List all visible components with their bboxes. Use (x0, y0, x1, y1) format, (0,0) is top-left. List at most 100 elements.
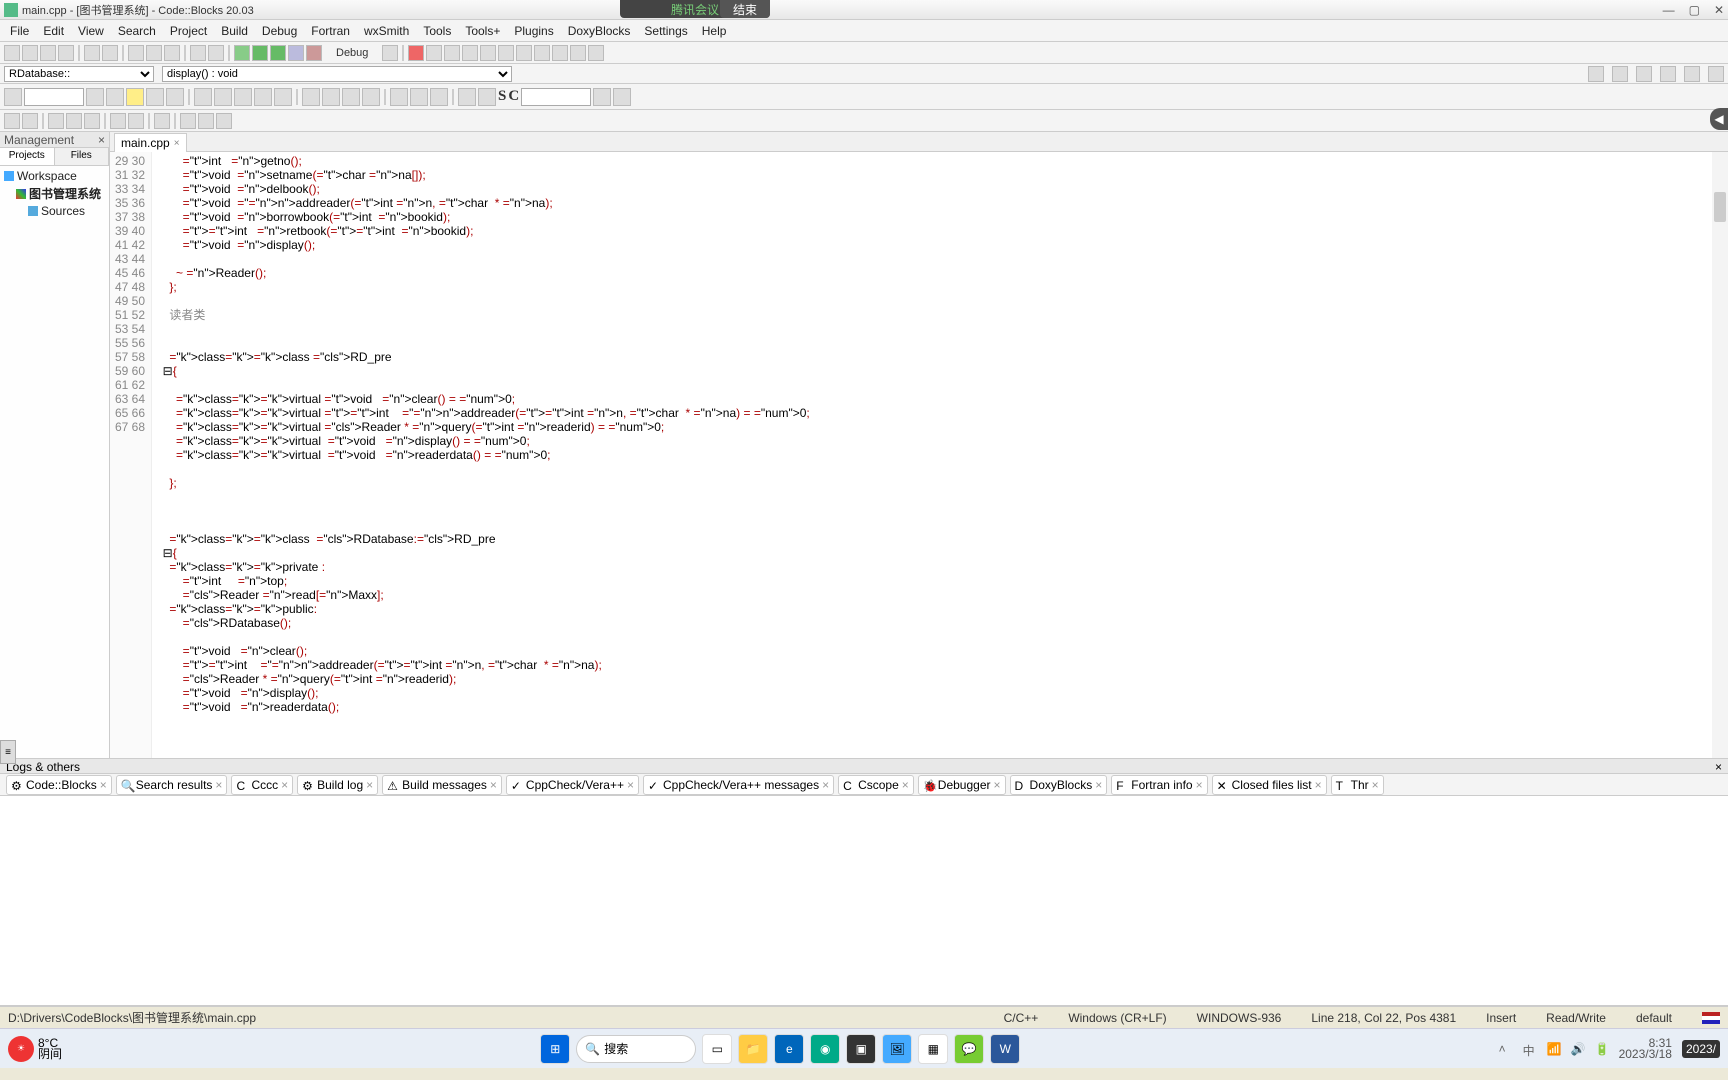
scope-method-combo[interactable]: display() : void (162, 66, 512, 82)
toggle-comment-button[interactable] (214, 88, 232, 106)
tab-files[interactable]: Files (55, 148, 110, 165)
photos-icon[interactable]: 🖼 (882, 1034, 912, 1064)
log-tab-close-icon[interactable]: × (902, 778, 909, 792)
project-node[interactable]: 图书管理系统 (29, 185, 101, 202)
log-tab-close-icon[interactable]: × (490, 778, 497, 792)
log-tab-build-log[interactable]: ⚙Build log× (297, 775, 378, 795)
b-button[interactable] (322, 88, 340, 106)
match-case-button[interactable] (166, 88, 184, 106)
battery-icon[interactable]: 🔋 (1595, 1042, 1609, 1056)
right-side-tab[interactable]: ◀ (1710, 108, 1728, 130)
dbg-k[interactable] (216, 113, 232, 129)
edge-icon[interactable]: e (774, 1034, 804, 1064)
log-tab-cscope[interactable]: CCscope× (838, 775, 914, 795)
build-run-button[interactable] (270, 45, 286, 61)
side-panel-toggle[interactable]: ≡ (0, 740, 16, 764)
hl-options-button[interactable] (146, 88, 164, 106)
dbg-f[interactable] (110, 113, 126, 129)
word-icon[interactable]: W (990, 1034, 1020, 1064)
nav-back-button[interactable] (1588, 66, 1604, 82)
replace-button[interactable] (208, 45, 224, 61)
workspace-node[interactable]: Workspace (17, 169, 77, 183)
menu-file[interactable]: File (4, 22, 35, 40)
log-tab-close-icon[interactable]: × (1196, 778, 1203, 792)
wifi-icon[interactable]: 📶 (1547, 1042, 1561, 1056)
log-tab-build-messages[interactable]: ⚠Build messages× (382, 775, 502, 795)
dbg-g[interactable] (128, 113, 144, 129)
app-dark-icon[interactable]: ▣ (846, 1034, 876, 1064)
f-button[interactable] (410, 88, 428, 106)
wechat-icon[interactable]: 💬 (954, 1034, 984, 1064)
maximize-button[interactable]: ▢ (1689, 3, 1700, 17)
log-tab-cppcheck-vera-messages[interactable]: ✓CppCheck/Vera++ messages× (643, 775, 834, 795)
log-tab-close-icon[interactable]: × (215, 778, 222, 792)
project-tree[interactable]: Workspace 图书管理系统 Sources (0, 166, 109, 758)
minimize-button[interactable]: — (1663, 3, 1675, 17)
quick-find-input[interactable] (521, 88, 591, 106)
cut-button[interactable] (128, 45, 144, 61)
menu-plugins[interactable]: Plugins (508, 22, 559, 40)
menu-doxyblocks[interactable]: DoxyBlocks (562, 22, 637, 40)
dbg-e[interactable] (84, 113, 100, 129)
menu-edit[interactable]: Edit (37, 22, 70, 40)
bookmark-next-button[interactable] (1660, 66, 1676, 82)
next-instruction-button[interactable] (498, 45, 514, 61)
indent-button[interactable] (254, 88, 272, 106)
logs-close-icon[interactable]: × (1715, 760, 1722, 772)
taskbar-search[interactable]: 🔍 搜索 (576, 1035, 696, 1063)
log-tab-debugger[interactable]: 🐞Debugger× (918, 775, 1006, 795)
log-tab-closed-files-list[interactable]: ✕Closed files list× (1212, 775, 1327, 795)
menu-search[interactable]: Search (112, 22, 162, 40)
editor-scrollbar[interactable] (1712, 152, 1728, 758)
flag-icon[interactable] (1702, 1012, 1720, 1024)
rebuild-button[interactable] (288, 45, 304, 61)
goto-prev-button[interactable] (86, 88, 104, 106)
menu-view[interactable]: View (72, 22, 110, 40)
menu-wxsmith[interactable]: wxSmith (358, 22, 415, 40)
meeting-end-button[interactable]: 结束 (720, 0, 770, 18)
taskbar-clock[interactable]: 8:31 2023/3/18 (1619, 1038, 1672, 1060)
editor-tab-main[interactable]: main.cpp × (114, 133, 187, 152)
next-line-button[interactable] (444, 45, 460, 61)
unindent-button[interactable] (274, 88, 292, 106)
code-letter[interactable]: C (508, 88, 519, 105)
build-target-combo[interactable]: Debug (324, 47, 380, 59)
log-tab-search-results[interactable]: 🔍Search results× (116, 775, 228, 795)
scrollbar-thumb[interactable] (1714, 192, 1726, 222)
step-out-button[interactable] (480, 45, 496, 61)
a-button[interactable] (302, 88, 320, 106)
menu-fortran[interactable]: Fortran (305, 22, 356, 40)
save-button[interactable] (40, 45, 56, 61)
log-tab-cppcheck-vera-[interactable]: ✓CppCheck/Vera++× (506, 775, 639, 795)
find-button[interactable] (190, 45, 206, 61)
log-tab-close-icon[interactable]: × (994, 778, 1001, 792)
abort-button[interactable] (306, 45, 322, 61)
debugging-windows-button[interactable] (570, 45, 586, 61)
save-all-button[interactable] (58, 45, 74, 61)
copy-button[interactable] (146, 45, 162, 61)
various-info-button[interactable] (588, 45, 604, 61)
sources-node[interactable]: Sources (41, 204, 85, 218)
break-button[interactable] (534, 45, 550, 61)
redo-button[interactable] (102, 45, 118, 61)
dbg-j[interactable] (198, 113, 214, 129)
log-tab-close-icon[interactable]: × (366, 778, 373, 792)
undo-button[interactable] (84, 45, 100, 61)
c-button[interactable] (342, 88, 360, 106)
menu-settings[interactable]: Settings (638, 22, 693, 40)
bookmark-toggle-button[interactable] (1684, 66, 1700, 82)
weather-icon[interactable]: ☀ (8, 1036, 34, 1062)
run-button[interactable] (252, 45, 268, 61)
block-comment-button[interactable] (234, 88, 252, 106)
ime-icon[interactable]: 中 (1523, 1042, 1537, 1056)
year-widget[interactable]: 2023/ (1682, 1040, 1720, 1058)
quick-find-next-button[interactable] (613, 88, 631, 106)
goto-next-button[interactable] (106, 88, 124, 106)
menu-help[interactable]: Help (696, 22, 733, 40)
panel-close-icon[interactable]: × (98, 133, 105, 146)
menu-build[interactable]: Build (215, 22, 254, 40)
log-tab-close-icon[interactable]: × (281, 778, 288, 792)
select-button[interactable] (4, 88, 22, 106)
log-tab-thr[interactable]: TThr× (1331, 775, 1384, 795)
task-view-button[interactable]: ▭ (702, 1034, 732, 1064)
